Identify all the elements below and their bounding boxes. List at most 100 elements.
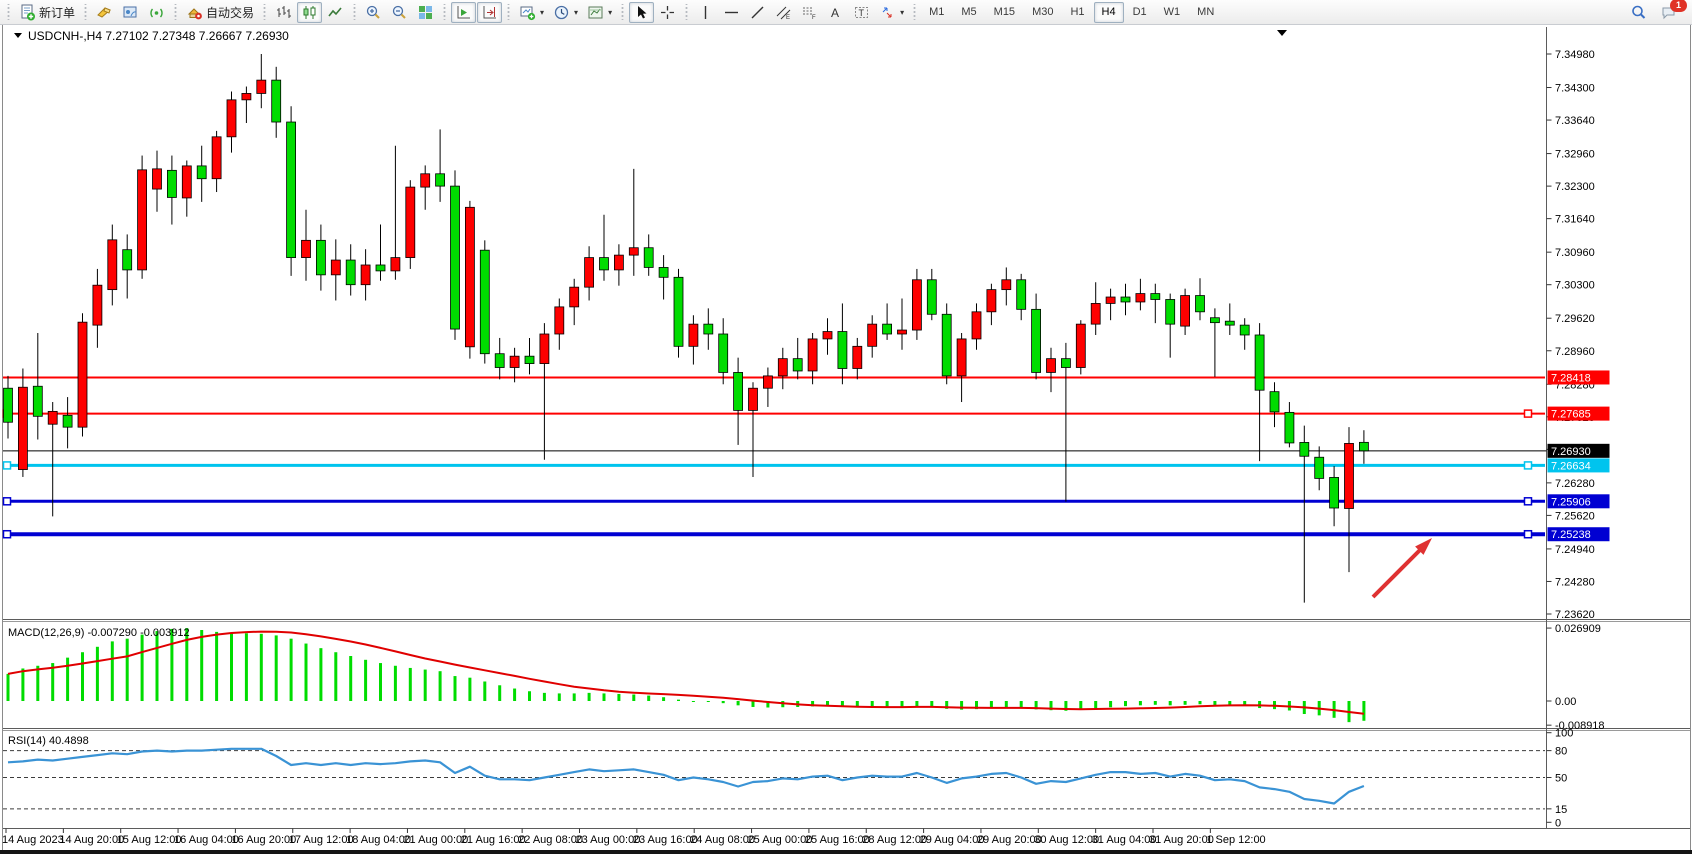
toolbar-drag-handle[interactable] — [83, 4, 88, 20]
date-tick-label: 17 Aug 12:00 — [289, 834, 354, 846]
chart-shift-icon — [481, 4, 498, 21]
horizontal-line-button[interactable] — [719, 2, 744, 23]
window-bottom-edge — [0, 850, 1692, 854]
level-handle[interactable] — [1525, 498, 1532, 505]
level-handle[interactable] — [4, 462, 11, 469]
crosshair-button[interactable] — [655, 2, 680, 23]
dropdown-caret-icon[interactable]: ▾ — [608, 8, 612, 17]
macd-histogram-bar — [1169, 701, 1172, 705]
fibonacci-button[interactable]: F — [797, 2, 822, 23]
macd-histogram-bar — [513, 689, 516, 701]
macd-axis-label: 0.00 — [1555, 696, 1576, 708]
candlestick-button[interactable] — [297, 2, 322, 23]
date-tick-label: 22 Aug 08:00 — [518, 834, 583, 846]
macd-histogram-bar — [1184, 701, 1187, 705]
text-label-button[interactable]: T — [849, 2, 874, 23]
toolbar-drag-handle[interactable] — [684, 4, 689, 20]
toolbar-drag-handle[interactable] — [912, 4, 917, 20]
level-handle[interactable] — [4, 498, 11, 505]
level-handle[interactable] — [1525, 531, 1532, 538]
macd-histogram-bar — [677, 700, 680, 701]
date-tick-label: 31 Aug 04:00 — [1092, 834, 1157, 846]
autotrade-button[interactable]: 自动交易 — [182, 2, 258, 23]
timeframe-m30[interactable]: M30 — [1024, 2, 1061, 23]
trendline-button[interactable] — [745, 2, 770, 23]
toolbar-drag-handle[interactable] — [352, 4, 357, 20]
macd-histogram-bar — [215, 632, 218, 701]
timeframe-m1[interactable]: M1 — [921, 2, 952, 23]
template-button[interactable]: ▾ — [583, 2, 616, 23]
timeframe-d1[interactable]: D1 — [1125, 2, 1155, 23]
toolbar-drag-handle[interactable] — [6, 4, 11, 20]
price-tick-label: 7.24280 — [1555, 576, 1595, 588]
macd-histogram-bar — [290, 639, 293, 701]
arrows-button[interactable]: ▾ — [875, 2, 908, 23]
dropdown-caret-icon[interactable]: ▾ — [574, 8, 578, 17]
macd-histogram-bar — [662, 697, 665, 701]
date-tick-label: 29 Aug 20:00 — [977, 834, 1042, 846]
timeframe-mn[interactable]: MN — [1189, 2, 1222, 23]
bar-chart-icon — [275, 4, 292, 21]
dropdown-caret-icon[interactable]: ▾ — [540, 8, 544, 17]
date-tick-label: 15 Aug 12:00 — [117, 834, 182, 846]
toolbar-drag-handle[interactable] — [173, 4, 178, 20]
timeframe-w1[interactable]: W1 — [1156, 2, 1189, 23]
timeframe-h1[interactable]: H1 — [1062, 2, 1092, 23]
level-handle[interactable] — [4, 531, 11, 538]
equidistant-channel-button[interactable]: E — [771, 2, 796, 23]
macd-histogram-bar — [498, 685, 501, 701]
macd-histogram-bar — [722, 701, 725, 703]
timeframe-m15[interactable]: M15 — [986, 2, 1023, 23]
toolbar-drag-handle[interactable] — [506, 4, 511, 20]
text-button[interactable]: A — [823, 2, 848, 23]
candle — [78, 313, 87, 436]
toolbar-drag-handle[interactable] — [262, 4, 267, 20]
new-order-button[interactable]: 新订单 — [15, 2, 79, 23]
macd-histogram-bar — [1005, 701, 1008, 708]
macd-histogram-bar — [483, 681, 486, 701]
toolbar-group-8: E FAT ▾ — [691, 2, 910, 23]
svg-text:E: E — [786, 15, 790, 21]
notifications-button[interactable]: 1 — [1657, 2, 1682, 23]
date-tick-label: 14 Aug 20:00 — [59, 834, 124, 846]
search-button[interactable] — [1626, 2, 1651, 23]
tile-windows-button[interactable] — [413, 2, 438, 23]
timeframe-h4[interactable]: H4 — [1094, 2, 1124, 23]
auto-scroll-button[interactable] — [451, 2, 476, 23]
terminal-window: 新订单 自动交易 ▾ ▾ ▾ E FAT ▾ M1M5M15M30H1H4D1W1MN 1 7.3… — [0, 0, 1692, 854]
dropdown-caret-icon[interactable]: ▾ — [900, 8, 904, 17]
line-chart-button[interactable] — [323, 2, 348, 23]
price-tag-label: 7.25906 — [1551, 496, 1591, 508]
rsi-axis-label: 15 — [1555, 804, 1567, 816]
date-tick-label: 21 Aug 00:00 — [403, 834, 468, 846]
toolbar-group-0: 新订单 — [13, 2, 81, 23]
signals-button[interactable] — [144, 2, 169, 23]
chart-window[interactable]: 7.349807.343007.336407.329607.323007.316… — [0, 0, 1692, 854]
chart-shift-button[interactable] — [477, 2, 502, 23]
price-tick-label: 7.25620 — [1555, 510, 1595, 522]
timeframe-m5[interactable]: M5 — [953, 2, 984, 23]
macd-histogram-bar — [1109, 701, 1112, 707]
price-tag-label: 7.26634 — [1551, 460, 1591, 472]
new-chart-button[interactable]: ▾ — [515, 2, 548, 23]
toolbar-drag-handle[interactable] — [620, 4, 625, 20]
bar-chart-button[interactable] — [271, 2, 296, 23]
zoom-in-icon — [365, 4, 382, 21]
date-tick-label: 23 Aug 16:00 — [633, 834, 698, 846]
macd-histogram-bar — [1154, 701, 1157, 705]
toolbar-drag-handle[interactable] — [442, 4, 447, 20]
toolbar-group-1 — [90, 2, 171, 23]
market-watch-button[interactable] — [118, 2, 143, 23]
date-tick-label: 21 Aug 16:00 — [461, 834, 526, 846]
chart-period-button[interactable]: ▾ — [549, 2, 582, 23]
macd-histogram-bar — [632, 694, 635, 701]
zoom-in-button[interactable] — [361, 2, 386, 23]
price-tick-label: 7.34980 — [1555, 49, 1595, 61]
cursor-button[interactable] — [629, 2, 654, 23]
zoom-out-button[interactable] — [387, 2, 412, 23]
vertical-line-button[interactable] — [693, 2, 718, 23]
level-handle[interactable] — [1525, 410, 1532, 417]
level-handle[interactable] — [1525, 462, 1532, 469]
price-tag-label: 7.25238 — [1551, 529, 1591, 541]
styler-button[interactable] — [92, 2, 117, 23]
